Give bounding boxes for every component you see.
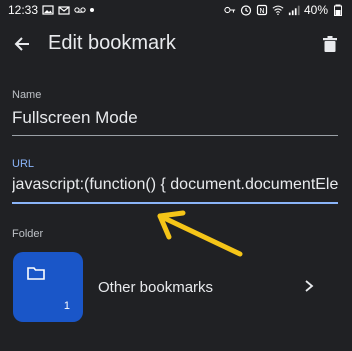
status-left: 12:33 [8,3,95,17]
status-time: 12:33 [8,3,39,17]
page-title: Edit bookmark [48,32,176,54]
url-field[interactable]: javascript:(function() { document.docume… [12,176,338,204]
wifi-icon [272,5,284,16]
folder-name: Other bookmarks [98,279,214,296]
folder-selector[interactable]: 1 Other bookmarks [0,248,352,328]
url-label: URL [12,158,35,170]
battery-percent: 40% [303,3,328,17]
trash-icon [323,36,337,52]
name-field[interactable]: Fullscreen Mode [12,108,338,136]
arrow-back-icon [14,37,29,51]
email-icon [58,6,70,15]
edit-bookmark-screen: 12:33 N 40% Edit bookmark Name Fullscree… [0,0,352,351]
voicemail-icon [74,7,86,13]
delete-button[interactable] [316,30,344,58]
back-button[interactable] [8,30,36,58]
notification-dot-icon [90,8,95,12]
chevron-right-icon [305,280,314,292]
battery-icon [334,4,342,16]
app-bar: Edit bookmark [0,22,352,66]
folder-tile: 1 [13,252,83,322]
nfc-icon: N [256,4,268,16]
gallery-icon [42,5,54,15]
alarm-icon [240,5,252,16]
folder-item-count: 1 [63,300,70,312]
status-right: N 40% [224,3,344,17]
key-icon [224,6,236,14]
name-label: Name [12,89,42,101]
folder-icon [27,267,45,280]
signal-icon [288,5,300,16]
folder-label: Folder [12,228,44,240]
status-bar: 12:33 N 40% [0,0,352,20]
svg-text:N: N [259,7,264,15]
